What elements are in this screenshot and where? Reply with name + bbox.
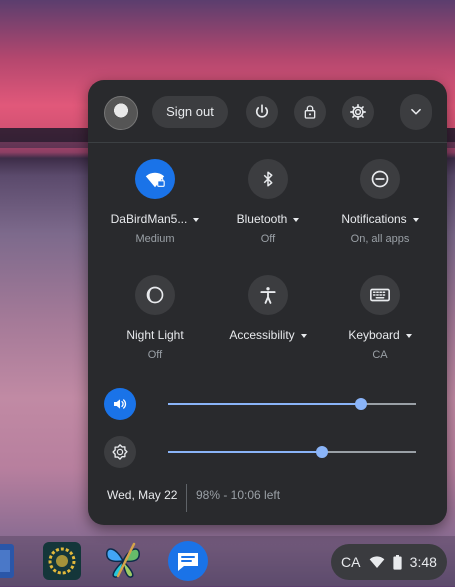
notifications-toggle-button[interactable] xyxy=(360,159,400,199)
wreath-app-icon xyxy=(43,542,81,580)
night-light-label: Night Light xyxy=(126,328,184,342)
bluetooth-label[interactable]: Bluetooth xyxy=(218,212,318,226)
lock-icon xyxy=(304,105,316,119)
power-button[interactable] xyxy=(246,96,278,128)
settings-button[interactable] xyxy=(342,96,374,128)
brightness-button[interactable] xyxy=(104,436,136,468)
caret-down-icon xyxy=(412,217,419,222)
tile-bluetooth[interactable]: Bluetooth Off xyxy=(218,159,318,245)
keyboard-label[interactable]: Keyboard xyxy=(330,328,430,342)
network-toggle-button[interactable] xyxy=(135,159,175,199)
volume-icon xyxy=(114,399,127,409)
night-light-icon xyxy=(146,286,164,304)
header-divider xyxy=(88,142,447,143)
tile-keyboard[interactable]: Keyboard CA xyxy=(330,275,430,361)
power-icon xyxy=(255,104,269,118)
accessibility-button[interactable] xyxy=(248,275,288,315)
volume-slider-thumb[interactable] xyxy=(355,398,368,410)
bluetooth-icon xyxy=(263,171,273,187)
messages-app-icon xyxy=(168,541,208,581)
tile-notifications[interactable]: Notifications On, all apps xyxy=(330,159,430,245)
keyboard-button[interactable] xyxy=(360,275,400,315)
mute-toggle-button[interactable] xyxy=(104,388,136,420)
notifications-status: On, all apps xyxy=(350,233,410,245)
sign-out-button[interactable]: Sign out xyxy=(152,96,228,128)
butterfly-app-icon xyxy=(106,542,140,578)
gear-icon xyxy=(350,104,366,120)
footer-divider xyxy=(186,484,187,512)
wifi-lock-icon xyxy=(145,172,165,188)
tile-accessibility[interactable]: Accessibility xyxy=(218,275,318,342)
shelf-app-wreath[interactable] xyxy=(41,540,83,582)
network-status: Medium xyxy=(135,233,175,245)
collapse-button[interactable] xyxy=(400,94,432,130)
wifi-icon xyxy=(369,556,384,568)
do-not-disturb-icon xyxy=(371,170,389,188)
keyboard-status: CA xyxy=(372,349,388,361)
tile-night-light[interactable]: Night Light Off xyxy=(105,275,205,361)
status-area[interactable]: CA 3:48 xyxy=(331,544,447,580)
brightness-icon xyxy=(112,444,128,460)
accessibility-icon xyxy=(260,287,276,304)
caret-down-icon xyxy=(193,217,200,222)
night-light-toggle-button[interactable] xyxy=(135,275,175,315)
chevron-down-icon xyxy=(411,108,421,115)
volume-slider-fill xyxy=(168,403,362,405)
clock: 3:48 xyxy=(409,554,437,570)
date-label[interactable]: Wed, May 22 xyxy=(107,488,177,502)
caret-down-icon xyxy=(300,333,307,338)
brightness-slider-thumb[interactable] xyxy=(315,446,328,458)
user-avatar[interactable] xyxy=(104,96,138,130)
shelf-app-butterfly[interactable] xyxy=(102,540,144,582)
accessibility-label[interactable]: Accessibility xyxy=(218,328,318,342)
tile-network[interactable]: DaBirdMan5... Medium xyxy=(105,159,205,245)
volume-row xyxy=(104,388,434,420)
lock-button[interactable] xyxy=(294,96,326,128)
app-icon xyxy=(0,544,14,578)
shelf-app-messages[interactable] xyxy=(167,540,209,582)
brightness-slider[interactable] xyxy=(168,446,416,458)
brightness-slider-fill xyxy=(168,451,322,453)
network-label[interactable]: DaBirdMan5... xyxy=(105,212,205,226)
bluetooth-toggle-button[interactable] xyxy=(248,159,288,199)
brightness-row xyxy=(104,436,434,468)
volume-slider[interactable] xyxy=(168,398,416,410)
night-light-status: Off xyxy=(147,349,163,361)
ime-indicator: CA xyxy=(341,554,361,570)
notifications-label[interactable]: Notifications xyxy=(330,212,430,226)
caret-down-icon xyxy=(405,333,412,338)
bluetooth-status: Off xyxy=(260,233,276,245)
shelf-app-partial[interactable] xyxy=(0,540,18,582)
quick-settings-panel: Sign out DaBirdMan5... Medium Bluetooth … xyxy=(88,80,447,525)
caret-down-icon xyxy=(293,217,300,222)
battery-status[interactable]: 98% - 10:06 left xyxy=(196,488,280,502)
keyboard-icon xyxy=(370,288,390,302)
battery-icon xyxy=(392,554,402,570)
